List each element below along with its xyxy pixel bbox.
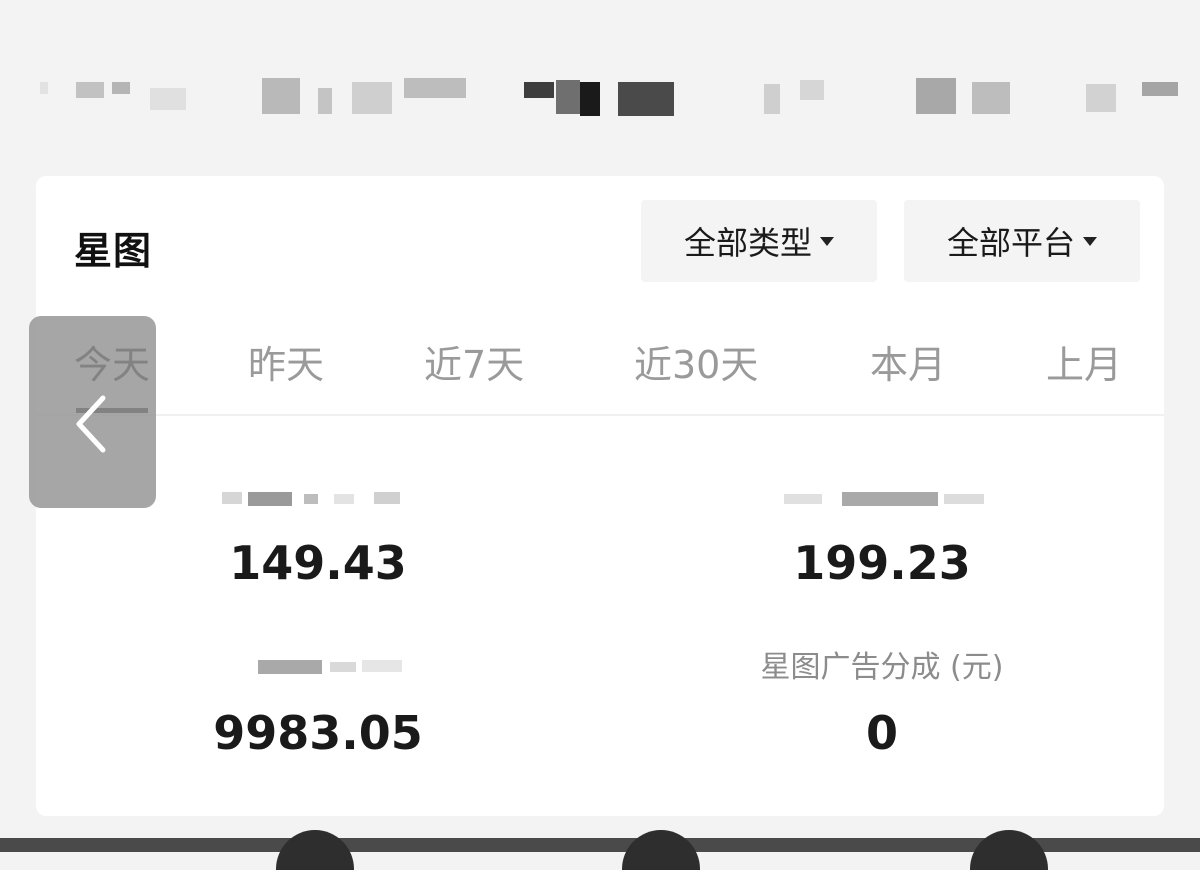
back-button-overlay[interactable] [29, 316, 156, 508]
card-title: 星图 [74, 229, 153, 273]
xingtu-ad-share-value: 0 [865, 706, 898, 760]
xingtu-ad-share-label: 星图广告分成 (元) [760, 650, 1004, 685]
bottom-close-icon[interactable] [970, 830, 1048, 870]
stat-value-2: 199.23 [793, 536, 971, 590]
stat-value-1: 149.43 [229, 536, 407, 590]
platform-filter-dropdown[interactable]: 全部平台 [904, 200, 1140, 282]
type-filter-label: 全部类型 [683, 224, 812, 262]
caret-down-icon [1083, 236, 1097, 246]
bottom-close-icon[interactable] [622, 830, 700, 870]
top-nav-obscured [0, 60, 1200, 130]
divider [36, 414, 1164, 416]
chevron-left-icon [76, 395, 106, 453]
tab-yesterday[interactable]: 昨天 [248, 334, 324, 389]
date-range-tabs: 今天 昨天 近7天 近30天 本月 上月 [36, 326, 1164, 416]
type-filter-dropdown[interactable]: 全部类型 [641, 200, 877, 282]
bottom-close-icon[interactable] [276, 830, 354, 870]
stat-label-obscured [214, 488, 424, 506]
platform-filter-label: 全部平台 [946, 224, 1075, 262]
stat-label-obscured [784, 488, 1004, 506]
caret-down-icon [820, 236, 834, 246]
tab-this-month[interactable]: 本月 [870, 334, 946, 389]
tab-last-month[interactable]: 上月 [1046, 334, 1122, 389]
stat-label-obscured [258, 656, 428, 674]
stat-value-3: 9983.05 [213, 706, 423, 760]
xingtu-card: 星图 全部类型 全部平台 今天 昨天 近7天 近30天 本月 上月 149.43… [36, 176, 1164, 816]
tab-last-30-days[interactable]: 近30天 [634, 334, 758, 389]
tab-last-7-days[interactable]: 近7天 [424, 334, 524, 389]
